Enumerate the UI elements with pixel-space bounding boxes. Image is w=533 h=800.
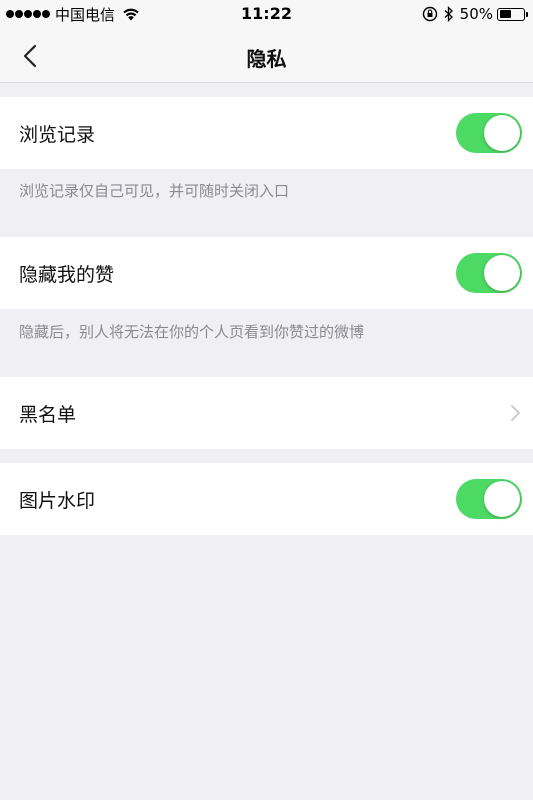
browse-history-section: 浏览记录 xyxy=(0,97,533,169)
browse-history-toggle[interactable] xyxy=(456,113,522,153)
hide-likes-section: 隐藏我的赞 xyxy=(0,237,533,309)
toggle-knob xyxy=(484,255,520,291)
toggle-knob xyxy=(484,481,520,517)
nav-bar: 隐私 xyxy=(0,28,533,83)
rotation-lock-icon xyxy=(422,6,437,22)
hide-likes-hint: 隐藏后，别人将无法在你的个人页看到你赞过的微博 xyxy=(19,323,365,341)
bluetooth-icon xyxy=(444,6,453,22)
watermark-toggle[interactable] xyxy=(456,479,522,519)
battery-fill xyxy=(499,10,511,18)
watermark-section: 图片水印 xyxy=(0,463,533,535)
status-right: 50% xyxy=(422,4,528,24)
hide-likes-cell: 隐藏我的赞 xyxy=(0,237,533,309)
watermark-cell: 图片水印 xyxy=(0,463,533,535)
toggle-knob xyxy=(484,115,520,151)
blacklist-label: 黑名单 xyxy=(19,403,77,426)
hide-likes-label: 隐藏我的赞 xyxy=(19,263,115,286)
status-bar: 中国电信 11:22 50% xyxy=(0,0,533,28)
chevron-right-icon xyxy=(511,405,520,421)
browse-history-label: 浏览记录 xyxy=(19,123,96,146)
browse-history-cell: 浏览记录 xyxy=(0,97,533,169)
hide-likes-toggle[interactable] xyxy=(456,253,522,293)
blacklist-section: 黑名单 xyxy=(0,377,533,449)
watermark-label: 图片水印 xyxy=(19,489,96,512)
blacklist-cell[interactable]: 黑名单 xyxy=(0,377,533,449)
page-title: 隐私 xyxy=(246,47,287,71)
browse-history-hint: 浏览记录仅自己可见，并可随时关闭入口 xyxy=(19,182,290,200)
battery-percent: 50% xyxy=(459,5,493,23)
battery-icon xyxy=(497,7,528,21)
